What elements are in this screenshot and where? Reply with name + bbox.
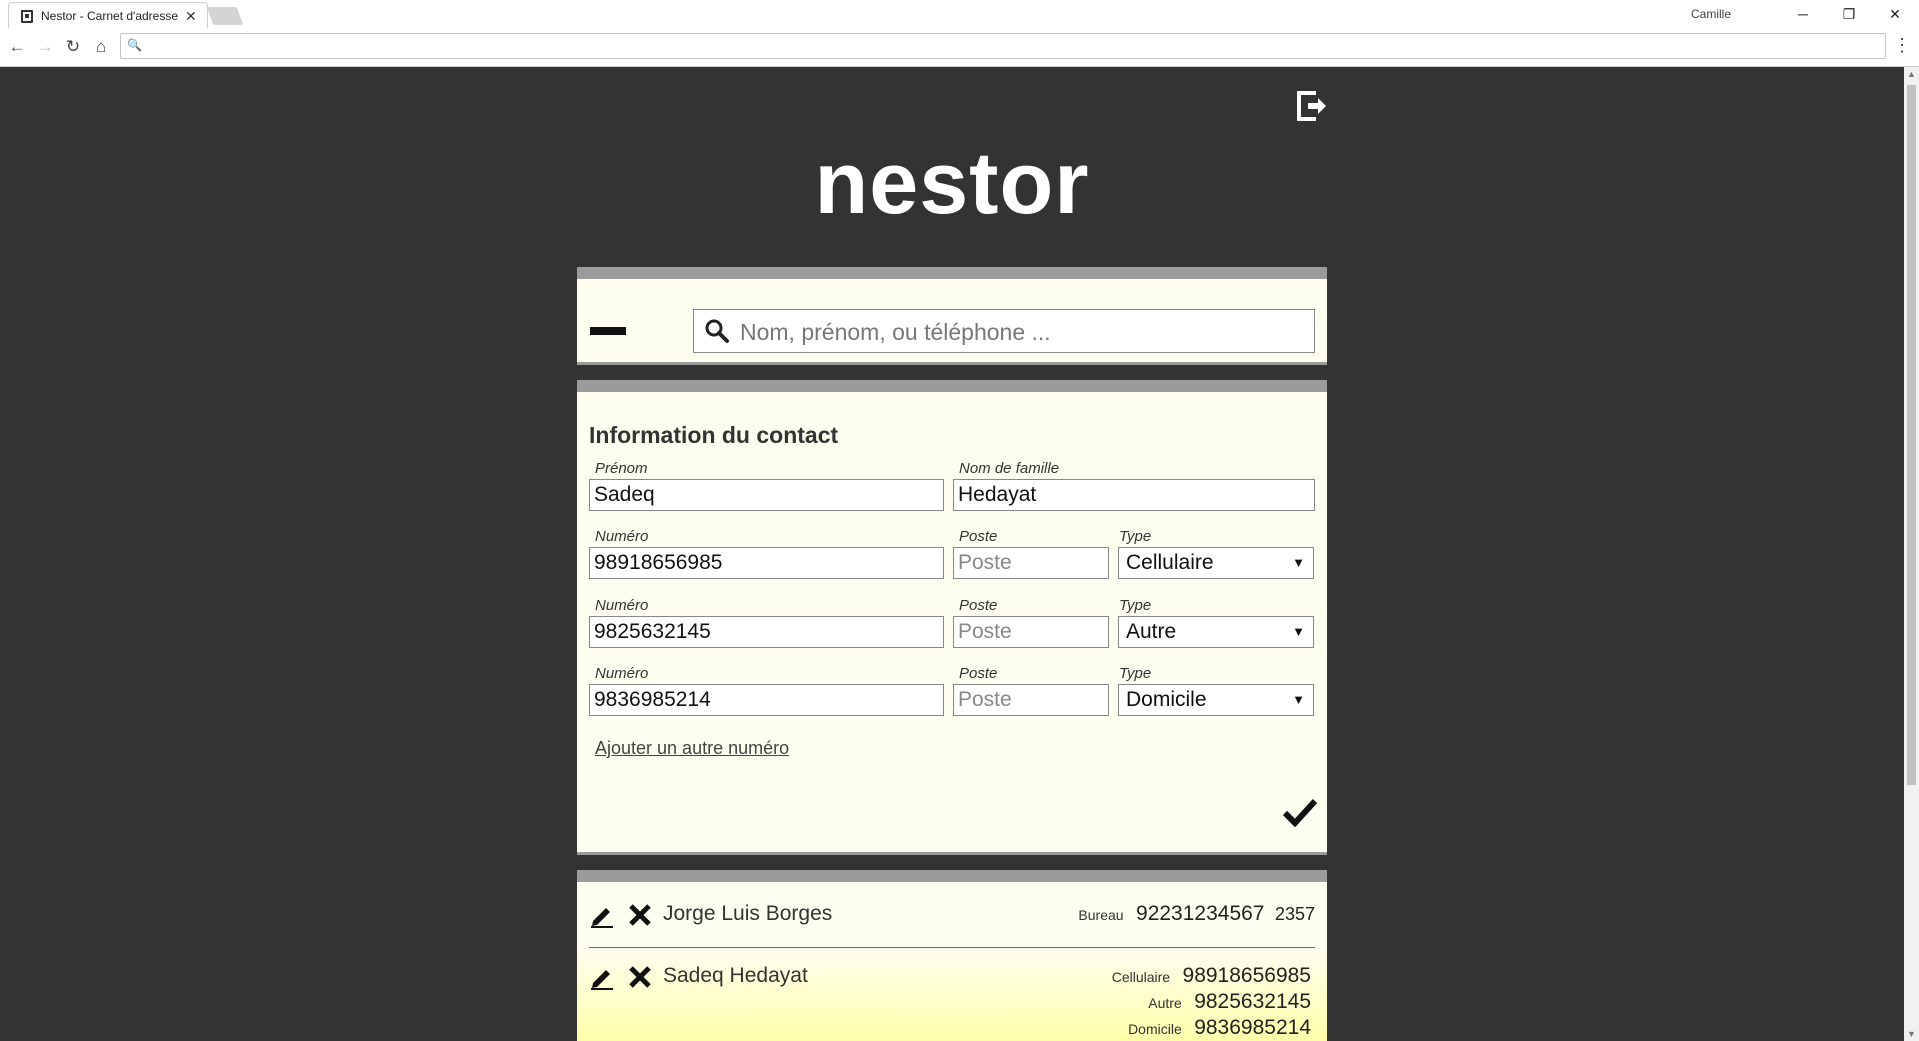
new-tab-button[interactable] — [206, 7, 244, 25]
page-viewport: nestor Information du contact Prénom Nom… — [0, 67, 1904, 1041]
contact-name: Sadeq Hedayat — [663, 964, 808, 987]
phone-type: Domicile — [1128, 1021, 1182, 1037]
phone-entry: Autre 9825632145 — [1112, 990, 1311, 1016]
poste-input[interactable] — [953, 547, 1109, 579]
back-icon[interactable]: ← — [6, 36, 28, 58]
browser-tab[interactable]: Nestor - Carnet d'adresse ✕ — [8, 2, 208, 29]
contacts-favicon-icon — [21, 9, 33, 23]
type-select-value: Cellulaire — [1126, 551, 1214, 574]
app-title: nestor — [814, 133, 1090, 232]
type-select[interactable]: Domicile ▼ — [1118, 684, 1314, 716]
poste-label: Poste — [959, 597, 998, 614]
nom-label: Nom de famille — [959, 460, 1060, 477]
checkmark-icon[interactable] — [1283, 797, 1317, 827]
minimize-icon[interactable]: ─ — [1783, 2, 1823, 26]
type-select[interactable]: Autre ▼ — [1118, 616, 1314, 648]
home-icon[interactable]: ⌂ — [90, 36, 112, 58]
delete-icon[interactable] — [627, 964, 653, 990]
phone-type: Bureau — [1078, 907, 1124, 923]
prenom-label: Prénom — [595, 460, 648, 477]
list-item[interactable]: Sadeq Hedayat Cellulaire 98918656985 Aut… — [577, 948, 1327, 1041]
poste-input[interactable] — [953, 684, 1109, 716]
chevron-down-icon: ▼ — [1292, 692, 1305, 707]
phone-extension: 2357 — [1274, 904, 1315, 924]
phone-type: Autre — [1148, 995, 1182, 1011]
contact-name: Jorge Luis Borges — [663, 902, 833, 925]
phone-number: 9825632145 — [1194, 990, 1311, 1013]
scroll-up-icon[interactable]: ▲ — [1907, 69, 1916, 79]
phone-entry: Cellulaire 98918656985 — [1112, 964, 1311, 990]
contact-form-card: Information du contact Prénom Nom de fam… — [577, 380, 1327, 855]
reload-icon[interactable]: ↻ — [62, 36, 84, 58]
form-title: Information du contact — [589, 422, 839, 448]
phone-number: 92231234567 — [1136, 902, 1265, 925]
numero-input[interactable] — [589, 547, 944, 579]
phone-type: Cellulaire — [1111, 969, 1171, 985]
search-icon — [705, 319, 729, 343]
add-number-link[interactable]: Ajouter un autre numéro — [595, 738, 789, 759]
contact-phones: Cellulaire 98918656985 Autre 9825632145 … — [1112, 964, 1311, 1041]
type-select-value: Autre — [1126, 620, 1177, 643]
close-window-icon[interactable]: ✕ — [1875, 2, 1915, 26]
edit-icon[interactable] — [589, 902, 615, 928]
chevron-down-icon: ▼ — [1292, 555, 1305, 570]
poste-input[interactable] — [953, 616, 1109, 648]
search-input[interactable] — [738, 314, 1302, 350]
numero-input[interactable] — [589, 684, 944, 716]
numero-input[interactable] — [589, 616, 944, 648]
address-bar[interactable]: 🔍 — [120, 33, 1886, 59]
contact-phones: Bureau 92231234567 2357 — [1078, 902, 1315, 928]
search-icon: 🔍 — [127, 38, 142, 52]
phone-entry: Bureau 92231234567 2357 — [1078, 902, 1315, 928]
edit-icon[interactable] — [589, 964, 615, 990]
numero-label: Numéro — [595, 665, 649, 682]
page-scrollbar[interactable]: ▲ ▼ — [1904, 67, 1919, 1041]
phone-number: 98918656985 — [1182, 964, 1311, 987]
poste-label: Poste — [959, 665, 998, 682]
browser-toolbar: ← → ↻ ⌂ 🔍 ⋮ — [0, 28, 1919, 67]
forward-icon[interactable]: → — [34, 36, 56, 58]
delete-icon[interactable] — [627, 902, 653, 928]
menu-icon[interactable]: ⋮ — [1893, 36, 1911, 54]
contact-list-card: Jorge Luis Borges Bureau 92231234567 235… — [577, 870, 1327, 1041]
collapse-icon[interactable] — [590, 327, 626, 335]
poste-label: Poste — [959, 528, 998, 545]
list-item[interactable]: Jorge Luis Borges Bureau 92231234567 235… — [577, 882, 1327, 948]
scroll-down-icon[interactable]: ▼ — [1907, 1029, 1916, 1039]
tab-close-icon[interactable]: ✕ — [185, 8, 197, 25]
search-box[interactable] — [693, 309, 1315, 353]
phone-entry: Domicile 9836985214 — [1112, 1016, 1311, 1041]
type-select[interactable]: Cellulaire ▼ — [1118, 547, 1314, 579]
scroll-thumb[interactable] — [1907, 85, 1916, 785]
chevron-down-icon: ▼ — [1292, 624, 1305, 639]
search-card — [577, 267, 1327, 365]
phone-number: 9836985214 — [1194, 1016, 1311, 1039]
numero-label: Numéro — [595, 597, 649, 614]
numero-label: Numéro — [595, 528, 649, 545]
logout-icon[interactable] — [1294, 89, 1328, 123]
tab-title: Nestor - Carnet d'adresse — [41, 9, 179, 23]
type-label: Type — [1119, 528, 1152, 545]
browser-titlebar: Nestor - Carnet d'adresse ✕ Camille ─ ❐ … — [0, 0, 1919, 29]
type-select-value: Domicile — [1126, 688, 1207, 711]
type-label: Type — [1119, 597, 1152, 614]
prenom-input[interactable] — [589, 479, 944, 511]
profile-name[interactable]: Camille — [1691, 7, 1731, 21]
nom-input[interactable] — [953, 479, 1315, 511]
type-label: Type — [1119, 665, 1152, 682]
restore-icon[interactable]: ❐ — [1829, 2, 1869, 26]
